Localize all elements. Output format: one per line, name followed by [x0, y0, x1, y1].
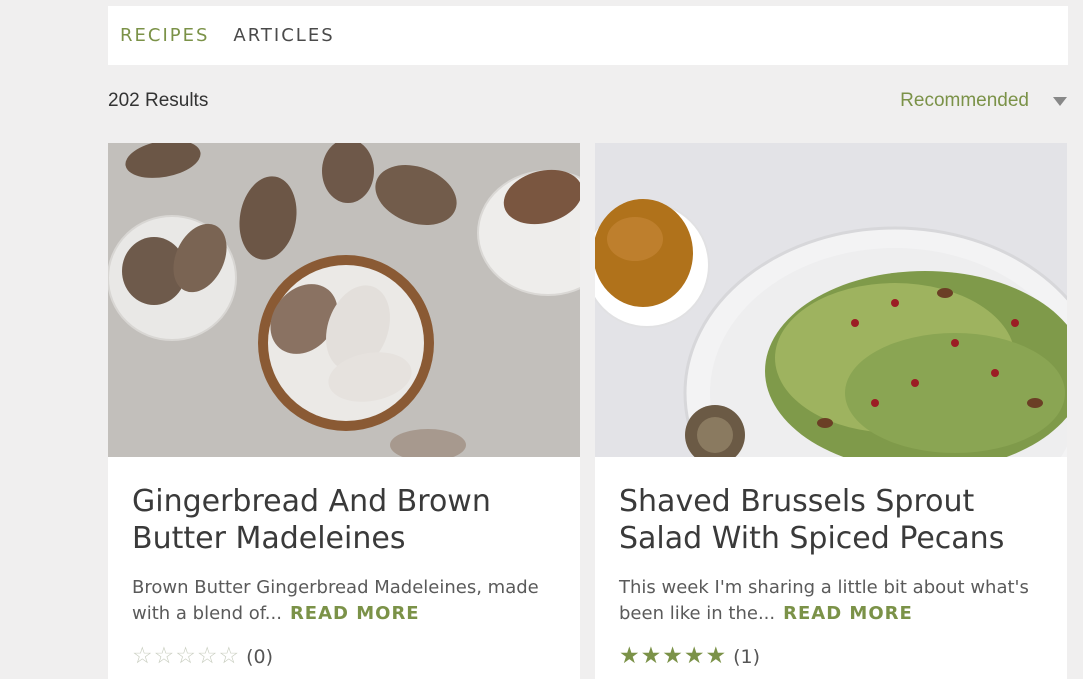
rating-count: (1) [733, 645, 761, 668]
star-rating[interactable]: ☆ ☆ ☆ ☆ ☆ [132, 645, 240, 668]
recipe-description: Brown Butter Gingerbread Madeleines, mad… [132, 575, 556, 627]
read-more-link[interactable]: READ MORE [783, 603, 913, 624]
star-empty-icon[interactable]: ☆ [197, 645, 218, 668]
tab-recipes[interactable]: RECIPES [120, 25, 209, 46]
sort-dropdown[interactable]: Recommended [900, 90, 1067, 112]
recipe-card[interactable]: Shaved Brussels Sprout Salad With Spiced… [595, 143, 1067, 679]
star-filled-icon[interactable]: ★ [619, 645, 640, 668]
star-filled-icon[interactable]: ★ [641, 645, 662, 668]
recipe-title[interactable]: Gingerbread And Brown Butter Madeleines [132, 483, 556, 557]
recipe-card[interactable]: Gingerbread And Brown Butter Madeleines … [108, 143, 580, 679]
recipe-title[interactable]: Shaved Brussels Sprout Salad With Spiced… [619, 483, 1043, 557]
star-filled-icon[interactable]: ★ [684, 645, 705, 668]
recipe-image-madeleines[interactable] [108, 143, 580, 457]
rating-count: (0) [246, 645, 274, 668]
rating: ★ ★ ★ ★ ★ (1) [619, 645, 1043, 668]
star-empty-icon[interactable]: ☆ [154, 645, 175, 668]
read-more-link[interactable]: READ MORE [290, 603, 420, 624]
recipe-description: This week I'm sharing a little bit about… [619, 575, 1043, 627]
star-filled-icon[interactable]: ★ [706, 645, 727, 668]
tab-articles[interactable]: ARTICLES [233, 25, 334, 46]
sort-label: Recommended [900, 90, 1029, 111]
star-filled-icon[interactable]: ★ [662, 645, 683, 668]
chevron-down-icon [1053, 96, 1067, 106]
star-empty-icon[interactable]: ☆ [175, 645, 196, 668]
results-count: 202 Results [108, 90, 209, 111]
star-rating[interactable]: ★ ★ ★ ★ ★ [619, 645, 727, 668]
star-empty-icon[interactable]: ☆ [219, 645, 240, 668]
content-type-tabs: RECIPES ARTICLES [108, 6, 1068, 65]
star-empty-icon[interactable]: ☆ [132, 645, 153, 668]
rating: ☆ ☆ ☆ ☆ ☆ (0) [132, 645, 556, 668]
recipe-image-brussels-sprout-salad[interactable] [595, 143, 1067, 457]
